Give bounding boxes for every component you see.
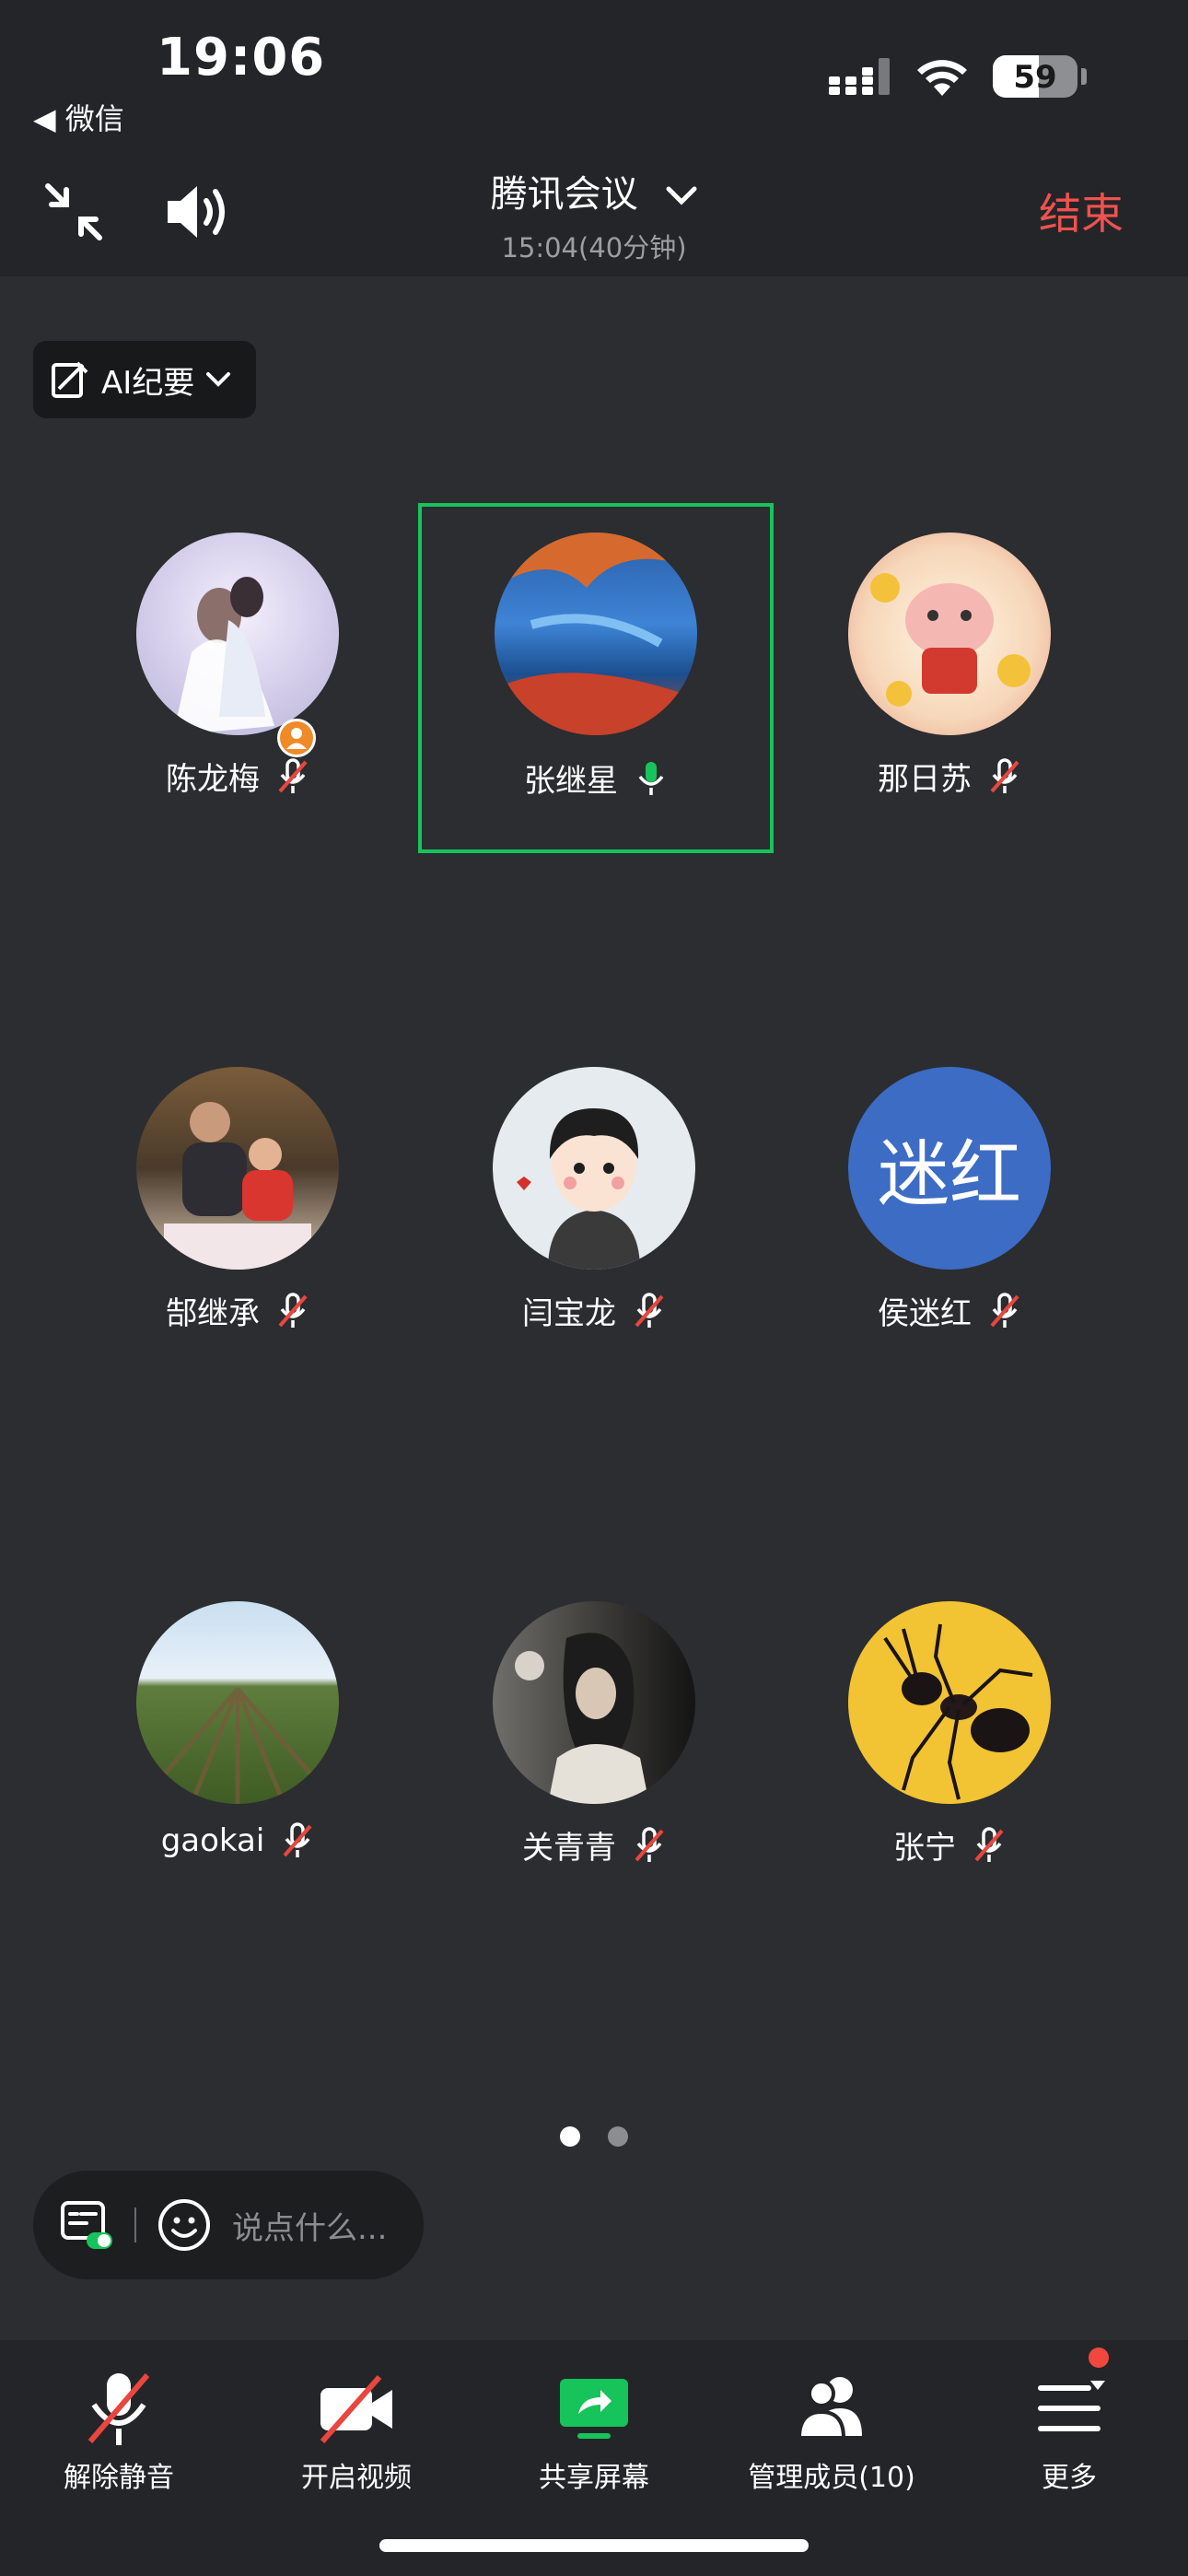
participant-name: 张宁 bbox=[893, 1830, 956, 1867]
participant-name: 郜继承 bbox=[166, 1295, 260, 1332]
chat-input-placeholder[interactable]: 说点什么... bbox=[232, 2203, 387, 2248]
status-icons: 59 bbox=[829, 55, 1087, 98]
end-meeting-button[interactable]: 结束 bbox=[1039, 181, 1124, 241]
participant-tile[interactable]: 陈龙梅 bbox=[60, 505, 415, 855]
share-screen-button[interactable]: 共享屏幕 bbox=[475, 2368, 713, 2495]
participant-tile[interactable]: 迷红 侯迷红 bbox=[772, 1039, 1127, 1389]
participant-tile[interactable]: 郜继承 bbox=[60, 1039, 415, 1389]
ai-notes-icon bbox=[52, 361, 88, 398]
divider bbox=[134, 2207, 136, 2242]
battery-level: 59 bbox=[1013, 59, 1057, 96]
participant-name: 闫宝龙 bbox=[522, 1295, 616, 1332]
status-time: 19:06 bbox=[157, 28, 326, 88]
participant-tile[interactable]: gaokai bbox=[60, 1574, 415, 1924]
subtitle-toggle-icon[interactable] bbox=[59, 2197, 114, 2253]
page-dot[interactable] bbox=[608, 2126, 628, 2147]
meeting-title-text: 腾讯会议 bbox=[490, 173, 638, 216]
mic-muted-icon bbox=[635, 1826, 664, 1862]
participant-tile-active-speaker[interactable]: 张继星 bbox=[418, 503, 774, 853]
avatar bbox=[493, 1067, 695, 1270]
mic-muted-icon bbox=[278, 757, 308, 793]
avatar bbox=[136, 1067, 339, 1270]
participant-tile[interactable]: 关青青 bbox=[416, 1574, 772, 1924]
manage-members-button[interactable]: 管理成员(10) bbox=[713, 2368, 950, 2495]
participant-name: gaokai bbox=[160, 1822, 265, 1859]
participant-name: 那日苏 bbox=[878, 761, 972, 798]
wifi-icon bbox=[917, 60, 967, 96]
meeting-duration: 15:04(40分钟) bbox=[501, 232, 687, 263]
mic-muted-icon bbox=[87, 2373, 150, 2445]
start-video-label: 开启视频 bbox=[301, 2462, 412, 2494]
signal-icon bbox=[829, 58, 890, 95]
avatar bbox=[495, 533, 697, 735]
ai-summary-label: AI纪要 bbox=[101, 364, 195, 402]
manage-members-label: 管理成员(10) bbox=[748, 2462, 915, 2494]
avatar-initials: 迷红 bbox=[848, 1067, 1051, 1270]
participant-name: 关青青 bbox=[522, 1830, 616, 1867]
meeting-title[interactable]: 腾讯会议 bbox=[0, 164, 1188, 217]
share-screen-label: 共享屏幕 bbox=[539, 2462, 649, 2494]
menu-icon bbox=[1038, 2381, 1105, 2431]
participant-name: 陈龙梅 bbox=[166, 761, 260, 798]
home-indicator[interactable] bbox=[379, 2539, 809, 2552]
emoji-icon[interactable] bbox=[157, 2197, 212, 2253]
unmute-button[interactable]: 解除静音 bbox=[0, 2368, 238, 2495]
host-badge-icon bbox=[277, 719, 316, 757]
participant-tile[interactable]: 张宁 bbox=[772, 1574, 1127, 1924]
battery-icon: 59 bbox=[993, 55, 1077, 98]
more-label: 更多 bbox=[1042, 2462, 1097, 2494]
notification-dot bbox=[1089, 2348, 1109, 2368]
share-screen-icon bbox=[560, 2379, 628, 2439]
participant-tile[interactable]: 那日苏 bbox=[772, 505, 1127, 855]
mic-muted-icon bbox=[278, 1292, 308, 1328]
mic-active-icon bbox=[638, 761, 664, 795]
back-to-wechat-link[interactable]: ◀ 微信 bbox=[33, 96, 124, 138]
mic-muted-icon bbox=[990, 1292, 1019, 1328]
chat-bar[interactable]: 说点什么... bbox=[33, 2171, 424, 2279]
mic-muted-icon bbox=[635, 1292, 664, 1328]
avatar bbox=[136, 1601, 339, 1804]
avatar bbox=[848, 533, 1051, 735]
participant-tile[interactable]: 闫宝龙 bbox=[416, 1039, 772, 1389]
participant-name: 侯迷红 bbox=[878, 1295, 972, 1332]
mic-muted-icon bbox=[974, 1826, 1004, 1862]
members-icon bbox=[797, 2377, 862, 2440]
mic-muted-icon bbox=[283, 1822, 312, 1857]
mic-muted-icon bbox=[990, 757, 1019, 793]
avatar bbox=[136, 533, 339, 735]
camera-off-icon bbox=[320, 2375, 392, 2443]
more-button[interactable]: 更多 bbox=[950, 2368, 1188, 2495]
chevron-down-icon bbox=[666, 186, 697, 205]
chevron-down-icon bbox=[206, 372, 231, 387]
page-indicator[interactable] bbox=[0, 2126, 1188, 2147]
ai-summary-button[interactable]: AI纪要 bbox=[33, 341, 256, 418]
start-video-button[interactable]: 开启视频 bbox=[238, 2368, 475, 2495]
avatar bbox=[848, 1601, 1051, 1804]
unmute-label: 解除静音 bbox=[64, 2462, 174, 2494]
participant-name: 张继星 bbox=[524, 763, 618, 800]
page-dot-active[interactable] bbox=[560, 2126, 580, 2147]
avatar-initials-text: 迷红 bbox=[877, 1133, 1021, 1216]
avatar bbox=[493, 1601, 695, 1804]
